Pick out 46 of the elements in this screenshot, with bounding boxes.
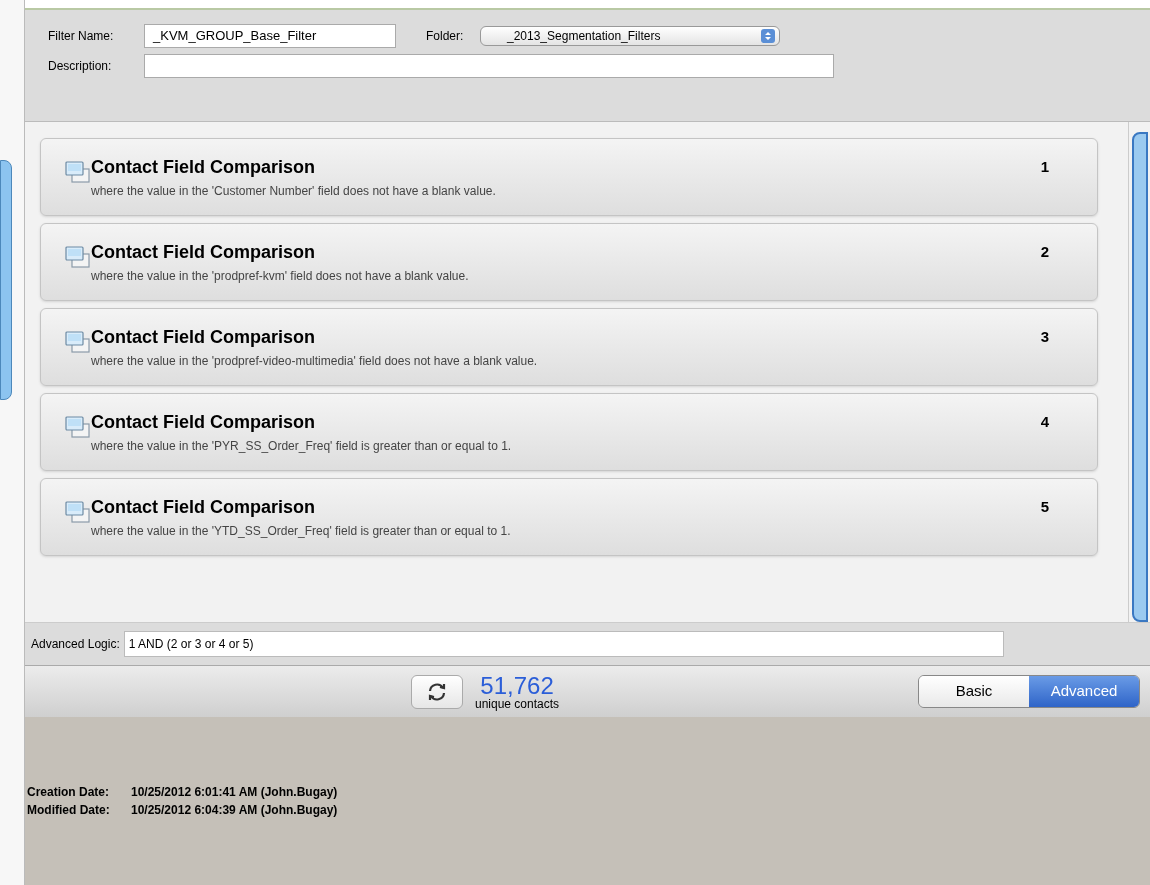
windows-icon	[65, 500, 91, 524]
refresh-button[interactable]	[411, 674, 463, 709]
scrollbar-thumb[interactable]	[1132, 132, 1148, 622]
mode-tab[interactable]: Advanced	[1029, 676, 1139, 707]
criterion-card[interactable]: Contact Field Comparison where the value in the 'Customer Number' field does not have a blank value. 1	[40, 138, 1098, 216]
criterion-description: where the value in the 'prodpref-kvm' field does not have a blank value.	[91, 268, 470, 285]
criterion-number: 2	[1040, 242, 1049, 262]
description-label: Description:	[48, 58, 113, 75]
date-value: 10/25/2012 6:01:41 AM (John.Bugay)	[131, 784, 338, 801]
folder-label: Folder:	[426, 28, 465, 45]
windows-icon	[65, 160, 91, 184]
criterion-title: Contact Field Comparison	[91, 241, 316, 263]
filter-name-field[interactable]: _KVM_GROUP_Base_Filter	[144, 24, 396, 48]
criterion-description: where the value in the 'PYR_SS_Order_Freq' field is greater than or equal to 1.	[91, 438, 513, 455]
criterion-number: 1	[1040, 157, 1049, 177]
criterion-description: where the value in the 'prodpref-video-multimedia' field does not have a blank value.	[91, 353, 539, 370]
date-label: Modified Date:	[27, 802, 111, 819]
stepper-icon	[761, 29, 775, 43]
date-label: Creation Date:	[27, 784, 110, 801]
filter-name-label: Filter Name:	[48, 28, 115, 45]
windows-icon	[65, 415, 91, 439]
criterion-description: where the value in the 'YTD_SS_Order_Freq' field is greater than or equal to 1.	[91, 523, 512, 540]
scrollbar-thumb[interactable]	[0, 160, 12, 400]
windows-icon	[65, 245, 91, 269]
criterion-card[interactable]: Contact Field Comparison where the value in the 'YTD_SS_Order_Freq' field is greater than or equal to 1. 5	[40, 478, 1098, 556]
description-field[interactable]	[144, 54, 834, 78]
criterion-title: Contact Field Comparison	[91, 326, 316, 348]
date-value: 10/25/2012 6:04:39 AM (John.Bugay)	[131, 802, 338, 819]
criterion-card[interactable]: Contact Field Comparison where the value in the 'PYR_SS_Order_Freq' field is greater than or equal to 1. 4	[40, 393, 1098, 471]
criterion-number: 4	[1040, 412, 1049, 432]
advanced-logic-label: Advanced Logic:	[31, 636, 120, 653]
windows-icon	[65, 330, 91, 354]
criterion-title: Contact Field Comparison	[91, 156, 316, 178]
mode-tab[interactable]: Basic	[919, 676, 1029, 707]
advanced-logic-field[interactable]: 1 AND (2 or 3 or 4 or 5)	[123, 631, 1004, 657]
criterion-title: Contact Field Comparison	[91, 496, 316, 518]
criterion-card[interactable]: Contact Field Comparison where the value in the 'prodpref-kvm' field does not have a blank value. 2	[40, 223, 1098, 301]
criterion-card[interactable]: Contact Field Comparison where the value in the 'prodpref-video-multimedia' field does not have a blank value. 3	[40, 308, 1098, 386]
criterion-title: Contact Field Comparison	[91, 411, 316, 433]
contact-count-label: unique contacts	[475, 697, 560, 710]
criterion-number: 3	[1040, 327, 1049, 347]
refresh-icon	[426, 681, 448, 702]
folder-dropdown[interactable]: _2013_Segmentation_Filters	[480, 26, 780, 46]
criterion-number: 5	[1040, 497, 1049, 517]
contact-count: 51,762	[480, 673, 554, 698]
criterion-description: where the value in the 'Customer Number' field does not have a blank value.	[91, 183, 497, 200]
